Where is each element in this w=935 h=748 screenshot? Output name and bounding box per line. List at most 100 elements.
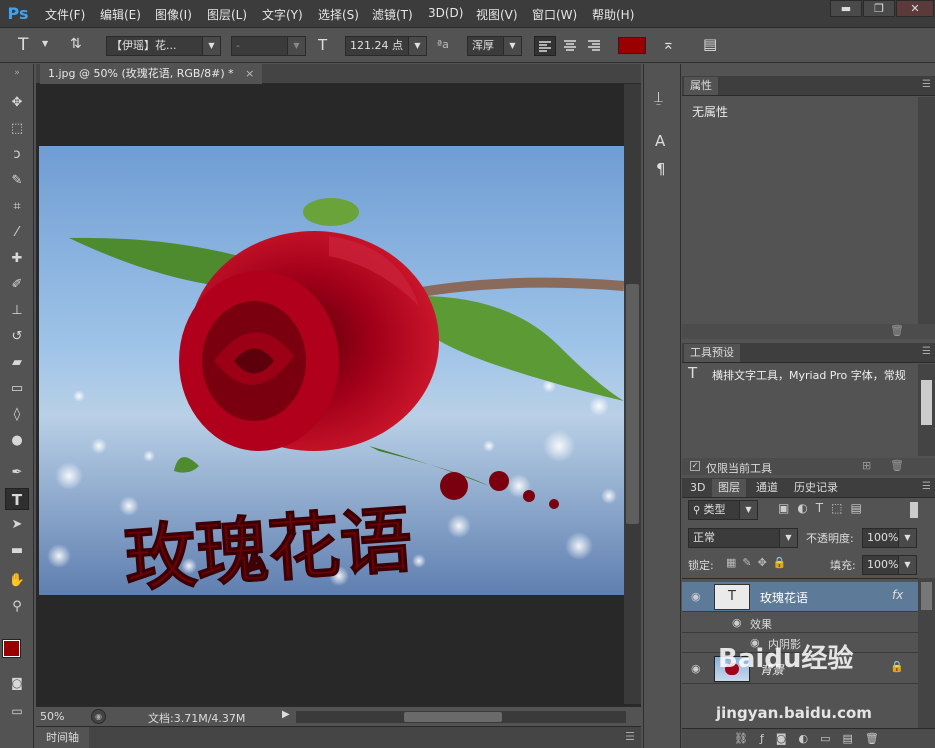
new-preset-icon[interactable]: ⊞ <box>862 459 871 472</box>
zoom-tool-icon[interactable]: ⚲ <box>5 596 29 618</box>
panel-collapse-icon[interactable]: » <box>5 68 29 78</box>
font-size-select[interactable]: 121.24 点 ▼ <box>345 36 427 56</box>
move-tool-icon[interactable]: ✥ <box>5 92 29 114</box>
opacity-input[interactable]: 100% ▼ <box>862 528 917 548</box>
timeline-tab[interactable]: 时间轴 <box>36 727 89 748</box>
tab-history[interactable]: 历史记录 <box>788 479 844 497</box>
font-style-select[interactable]: - ▼ <box>231 36 306 56</box>
eyedropper-tool-icon[interactable]: ⁄ <box>5 222 29 244</box>
horizontal-scroll-thumb[interactable] <box>404 712 502 722</box>
tool-presets-scroll-thumb[interactable] <box>921 380 932 425</box>
screen-mode-icon[interactable]: ▭ <box>5 700 29 722</box>
tab-tool-presets[interactable]: 工具预设 <box>684 344 740 362</box>
align-center-button[interactable] <box>560 36 582 56</box>
type-tool-icon[interactable]: T <box>5 488 29 510</box>
vertical-scrollbar[interactable] <box>624 84 641 704</box>
marquee-tool-icon[interactable]: ⬚ <box>5 118 29 140</box>
menu-help[interactable]: 帮助(H) <box>592 6 634 23</box>
blur-tool-icon[interactable]: ◊ <box>5 404 29 426</box>
menu-select[interactable]: 选择(S) <box>318 6 359 23</box>
visibility-eye-icon[interactable]: ◉ <box>691 590 701 603</box>
layer-row[interactable]: ◉ T 玫瑰花语 fx <box>682 582 918 612</box>
tool-presets-scrollbar[interactable] <box>918 364 935 456</box>
menu-image[interactable]: 图像(I) <box>155 6 192 23</box>
trash-icon[interactable]: 🗑 <box>890 324 904 337</box>
crop-tool-icon[interactable]: ⌗ <box>5 196 29 218</box>
lasso-tool-icon[interactable]: ↄ <box>5 144 29 166</box>
layers-scroll-thumb[interactable] <box>921 582 932 610</box>
foreground-color-swatch[interactable] <box>2 639 21 658</box>
warp-text-icon[interactable]: ⌅ <box>662 35 675 53</box>
quick-selection-tool-icon[interactable]: ✎ <box>5 170 29 192</box>
layer-footer-icons[interactable]: ⛓ƒ◙◐▭▤🗑 <box>734 732 891 745</box>
tab-properties[interactable]: 属性 <box>684 77 718 95</box>
history-brush-tool-icon[interactable]: ↺ <box>5 326 29 348</box>
align-right-button[interactable] <box>584 36 606 56</box>
gradient-tool-icon[interactable]: ▭ <box>5 378 29 400</box>
layer-filter-select[interactable]: ⚲ 类型 ▼ <box>688 500 758 520</box>
pen-tool-icon[interactable]: ✒ <box>5 462 29 484</box>
checkbox-icon[interactable]: ✓ <box>690 461 700 471</box>
tab-channels[interactable]: 通道 <box>750 479 784 497</box>
effects-row[interactable]: ◉ 效果 <box>682 613 918 633</box>
status-info-icon[interactable]: ◉ <box>91 709 106 724</box>
tab-layers[interactable]: 图层 <box>712 479 746 497</box>
layer-filter-icons[interactable]: ▣◐T⬚▤ <box>778 501 870 515</box>
align-left-button[interactable] <box>534 36 556 56</box>
close-icon[interactable]: × <box>245 67 254 80</box>
quick-mask-icon[interactable]: ◙ <box>5 672 29 694</box>
tool-presets-icon[interactable]: ⍊ <box>654 88 663 106</box>
tab-3d[interactable]: 3D <box>684 479 711 497</box>
zoom-level[interactable]: 50% <box>40 710 64 723</box>
dodge-tool-icon[interactable]: ● <box>5 430 29 452</box>
panel-menu-icon[interactable]: ☰ <box>922 79 931 90</box>
trash-icon[interactable]: 🗑 <box>890 459 904 472</box>
panel-menu-icon[interactable]: ☰ <box>625 730 635 743</box>
healing-brush-tool-icon[interactable]: ✚ <box>5 248 29 270</box>
rectangle-tool-icon[interactable]: ▬ <box>5 540 29 562</box>
horizontal-scrollbar[interactable] <box>296 711 626 723</box>
visibility-eye-icon[interactable]: ◉ <box>691 662 701 675</box>
chevron-down-icon[interactable]: ▼ <box>42 39 48 48</box>
panel-menu-icon[interactable]: ☰ <box>922 346 931 357</box>
eraser-tool-icon[interactable]: ▰ <box>5 352 29 374</box>
layer-effects-badge[interactable]: fx <box>892 588 903 602</box>
menu-type[interactable]: 文字(Y) <box>262 6 303 23</box>
antialias-select[interactable]: 浑厚 ▼ <box>467 36 522 56</box>
menu-layer[interactable]: 图层(L) <box>207 6 247 23</box>
properties-scrollbar[interactable] <box>918 97 935 327</box>
layer-name[interactable]: 玫瑰花语 <box>760 589 808 606</box>
brush-tool-icon[interactable]: ✐ <box>5 274 29 296</box>
status-menu-arrow-icon[interactable]: ▶ <box>282 709 290 720</box>
document-tab[interactable]: 1.jpg @ 50% (玫瑰花语, RGB/8#) * × <box>40 64 263 84</box>
hand-tool-icon[interactable]: ✋ <box>5 570 29 592</box>
toggle-orientation-icon[interactable]: ⇅ <box>70 36 82 52</box>
path-selection-tool-icon[interactable]: ➤ <box>5 514 29 536</box>
character-icon[interactable]: A <box>655 132 665 150</box>
clone-stamp-tool-icon[interactable]: ⊥ <box>5 300 29 322</box>
menu-filter[interactable]: 滤镜(T) <box>372 6 413 23</box>
close-button[interactable]: ✕ <box>896 0 934 17</box>
image-canvas[interactable]: 玫瑰花语 <box>39 146 624 595</box>
menu-view[interactable]: 视图(V) <box>476 6 518 23</box>
vertical-scroll-thumb[interactable] <box>626 284 639 524</box>
lock-icons[interactable]: ▦✎✥🔒 <box>726 556 793 569</box>
panel-menu-icon[interactable]: ☰ <box>922 481 931 492</box>
menu-window[interactable]: 窗口(W) <box>532 6 577 23</box>
tool-preset-item[interactable]: 横排文字工具，Myriad Pro 字体，常规 <box>712 367 918 383</box>
minimize-button[interactable]: ▬ <box>830 0 862 17</box>
restore-button[interactable]: ❐ <box>863 0 895 17</box>
paragraph-icon[interactable]: ¶ <box>656 160 666 178</box>
text-color-swatch[interactable] <box>618 37 646 54</box>
blend-mode-select[interactable]: 正常 ▼ <box>688 528 798 548</box>
fill-input[interactable]: 100% ▼ <box>862 555 917 575</box>
visibility-eye-icon[interactable]: ◉ <box>732 616 742 629</box>
layers-scrollbar[interactable] <box>918 578 935 728</box>
filter-toggle-switch[interactable] <box>910 502 918 518</box>
character-panel-icon[interactable]: ▤ <box>703 35 717 53</box>
type-tool-icon[interactable]: T <box>18 35 28 55</box>
font-family-select[interactable]: 【伊瑶】花... ▼ <box>106 36 221 56</box>
menu-edit[interactable]: 编辑(E) <box>100 6 141 23</box>
menu-3d[interactable]: 3D(D) <box>428 6 463 20</box>
menu-file[interactable]: 文件(F) <box>45 6 85 23</box>
